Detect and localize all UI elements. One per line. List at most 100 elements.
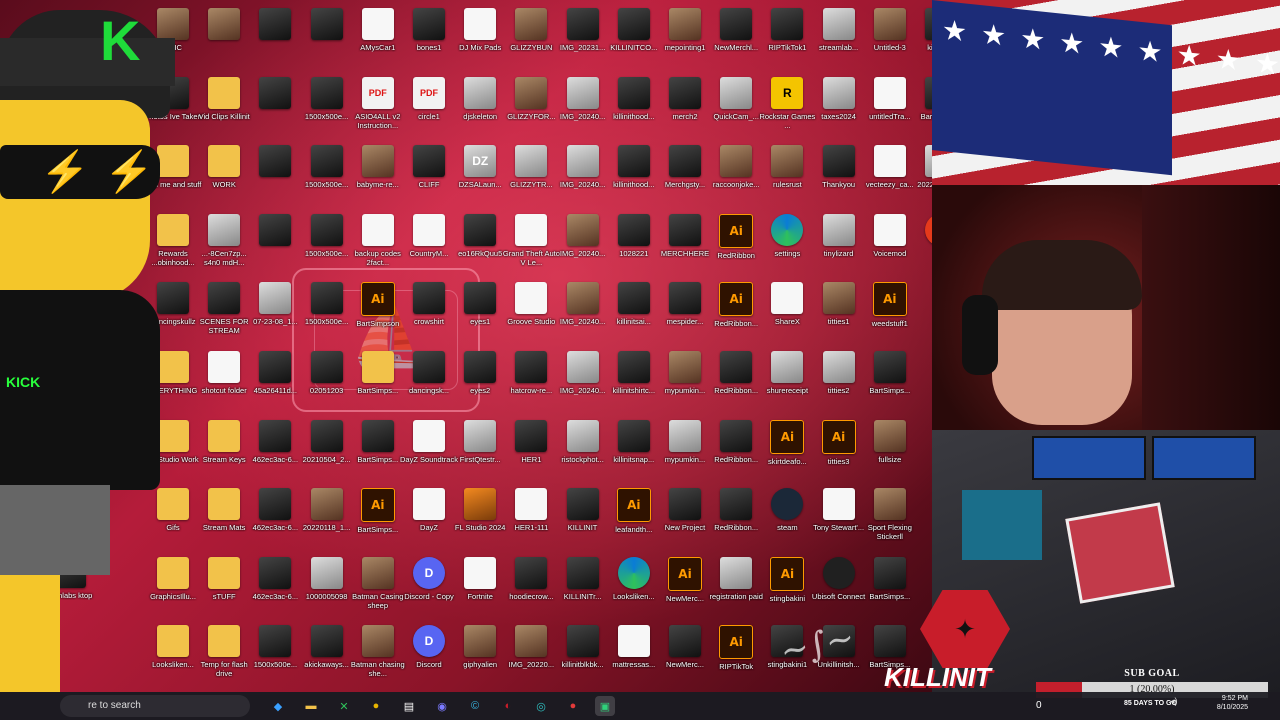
desktop-icon[interactable]: EA EA: [912, 213, 932, 276]
desktop-icon[interactable]: BartSimps...: [349, 419, 407, 482]
desktop-icon[interactable]: vecteezy_ca...: [861, 145, 919, 207]
desktop-icon[interactable]: mepointing1: [656, 8, 714, 70]
desktop-icon[interactable]: D Discord: [400, 625, 458, 687]
edge-icon[interactable]: ◎: [531, 696, 551, 716]
desktop-icon[interactable]: Merchgsty...: [656, 145, 714, 207]
game-icon[interactable]: ▣: [595, 696, 615, 716]
desktop-icon[interactable]: DZ DZSALaun...: [451, 145, 509, 207]
desktop-icon[interactable]: Untitled-3: [861, 8, 919, 70]
desktop-icon[interactable]: PDF ASIO4ALL v2 Instruction...: [349, 76, 407, 139]
app-icon[interactable]: ◉: [432, 696, 452, 716]
desktop-icon[interactable]: giphyalien: [451, 625, 509, 687]
desktop-icon[interactable]: Ai RedRibbon...: [707, 282, 765, 344]
desktop-icon[interactable]: PDF circle1: [400, 76, 458, 139]
desktop-icon[interactable]: SCENES FOR STREAM: [195, 282, 253, 344]
desktop-icon[interactable]: merch2: [656, 76, 714, 139]
desktop-icon[interactable]: backup codes 2fact...: [349, 213, 407, 276]
desktop-icon[interactable]: Ai titties3: [810, 419, 868, 482]
copilot-icon[interactable]: ◆: [268, 696, 288, 716]
desktop-icon[interactable]: 20220118_1...: [298, 488, 356, 550]
desktop-icon[interactable]: IMG_20240...: [554, 213, 612, 276]
desktop-icon[interactable]: IMG_20240...: [554, 351, 612, 413]
desktop-icon[interactable]: RedRibbon...: [707, 351, 765, 413]
desktop-icon[interactable]: titties2: [810, 351, 868, 413]
desktop-icon[interactable]: RedRibbon...: [707, 419, 765, 482]
system-tray[interactable]: ◂): [1170, 696, 1178, 707]
desktop-icon[interactable]: titties1: [810, 282, 868, 344]
desktop-icon[interactable]: Ai skirtdeafo...: [758, 419, 816, 482]
desktop-icon[interactable]: mypumkin...: [656, 419, 714, 482]
desktop-icon[interactable]: Ubisoft Connect: [810, 556, 868, 619]
desktop-icon[interactable]: R Rockstar Games ...: [758, 76, 816, 139]
desktop-icon[interactable]: 02051203: [298, 351, 356, 413]
desktop-icon[interactable]: 462ec3ac-6...: [246, 488, 304, 550]
desktop-icon[interactable]: Ai weedstuff1: [861, 282, 919, 344]
desktop-icon[interactable]: 07-23-08_1...: [246, 282, 304, 344]
desktop-icon[interactable]: 20220118_1...: [912, 145, 932, 207]
desktop-icon[interactable]: killinithood...: [605, 145, 663, 207]
desktop-icon[interactable]: settings: [758, 213, 816, 276]
desktop-icon[interactable]: ...-8Cen7zp... s4n0 mdH...: [195, 213, 253, 276]
desktop-icon[interactable]: Stream Mats: [195, 488, 253, 550]
desktop-icon[interactable]: tinylizard: [810, 213, 868, 276]
desktop-icon[interactable]: steam: [758, 488, 816, 550]
desktop-icon[interactable]: eyes2: [451, 351, 509, 413]
desktop-icon[interactable]: streamlab...: [810, 8, 868, 70]
desktop-icon[interactable]: ristockphot...: [554, 419, 612, 482]
desktop-icon[interactable]: Batman chasing she...: [349, 625, 407, 687]
desktop-icon[interactable]: hatcrow-re...: [502, 351, 560, 413]
app-icon[interactable]: ●: [563, 696, 583, 716]
desktop-icon[interactable]: BartSimps...: [861, 351, 919, 413]
desktop-icon[interactable]: DJ Mix Pads: [451, 8, 509, 70]
desktop-icon[interactable]: Ai RedRibbon: [707, 213, 765, 276]
desktop-icon[interactable]: FL Studio 2024: [451, 488, 509, 550]
clock[interactable]: 9:52 PM 8/10/2025: [1206, 694, 1248, 712]
desktop-icon[interactable]: IMG_20220...: [502, 625, 560, 687]
desktop-icon[interactable]: shurereceipt: [758, 351, 816, 413]
desktop-icon[interactable]: djskeleton: [451, 76, 509, 139]
desktop-icon[interactable]: IMG_20231...: [554, 8, 612, 70]
desktop-icon[interactable]: 1500x500e...: [298, 282, 356, 344]
desktop-icon[interactable]: Ai BartSimpson: [349, 282, 407, 344]
notepad-icon[interactable]: ▤: [399, 696, 419, 716]
desktop-icon[interactable]: RedRibbon...: [707, 488, 765, 550]
desktop-icon[interactable]: DayZ: [400, 488, 458, 550]
desktop-icon[interactable]: mattressas...: [605, 625, 663, 687]
desktop-icon[interactable]: DayZ Soundtrack: [400, 419, 458, 482]
desktop-icon[interactable]: Ai RIPTikTok: [707, 625, 765, 687]
desktop-icon[interactable]: mespider...: [656, 282, 714, 344]
desktop-icon[interactable]: BartSimps...: [349, 351, 407, 413]
desktop-icon[interactable]: Ai stingbakini: [758, 556, 816, 619]
desktop-icon[interactable]: dancingsk...: [400, 351, 458, 413]
xbox-icon[interactable]: ✕: [334, 696, 354, 716]
desktop-icon[interactable]: NewMerc...: [656, 625, 714, 687]
speaker-icon[interactable]: ◂): [1170, 696, 1178, 706]
desktop-icon[interactable]: killinitshirtc...: [605, 351, 663, 413]
desktop-icon[interactable]: [246, 145, 304, 207]
desktop-icon[interactable]: BartSimps...: [861, 556, 919, 619]
desktop-icon[interactable]: GLIZZYTR...: [502, 145, 560, 207]
desktop-icon[interactable]: bones1: [400, 8, 458, 70]
desktop-icon[interactable]: crowshirt: [400, 282, 458, 344]
app-icon[interactable]: ©: [465, 696, 485, 716]
desktop-icon[interactable]: WORK: [195, 145, 253, 207]
desktop-icon[interactable]: ShareX: [758, 282, 816, 344]
desktop-icon[interactable]: New Project: [656, 488, 714, 550]
desktop-icon[interactable]: 1500x500e...: [298, 145, 356, 207]
desktop-icon[interactable]: [246, 213, 304, 276]
desktop-icon[interactable]: 1500x500e...: [246, 625, 304, 687]
desktop-icon[interactable]: sTUFF: [195, 556, 253, 619]
desktop-icon[interactable]: GLIZZYBUN: [502, 8, 560, 70]
desktop-icon[interactable]: CLIFF: [400, 145, 458, 207]
desktop-icon[interactable]: GLIZZYFOR...: [502, 76, 560, 139]
desktop-icon[interactable]: killinitsnap...: [605, 419, 663, 482]
desktop-icon[interactable]: Batman Casing sheep: [349, 556, 407, 619]
desktop-icon[interactable]: killinitsai...: [605, 282, 663, 344]
desktop-icon[interactable]: Looksliken...: [605, 556, 663, 619]
search-box[interactable]: re to search: [60, 695, 250, 717]
desktop-icon[interactable]: 462ec3ac-6...: [246, 419, 304, 482]
desktop-icon[interactable]: CountryM...: [400, 213, 458, 276]
desktop-icon[interactable]: 462ec3ac-6...: [246, 556, 304, 619]
desktop-icon[interactable]: KILLINITCO...: [605, 8, 663, 70]
desktop-icon[interactable]: RIPTikTok1: [758, 8, 816, 70]
